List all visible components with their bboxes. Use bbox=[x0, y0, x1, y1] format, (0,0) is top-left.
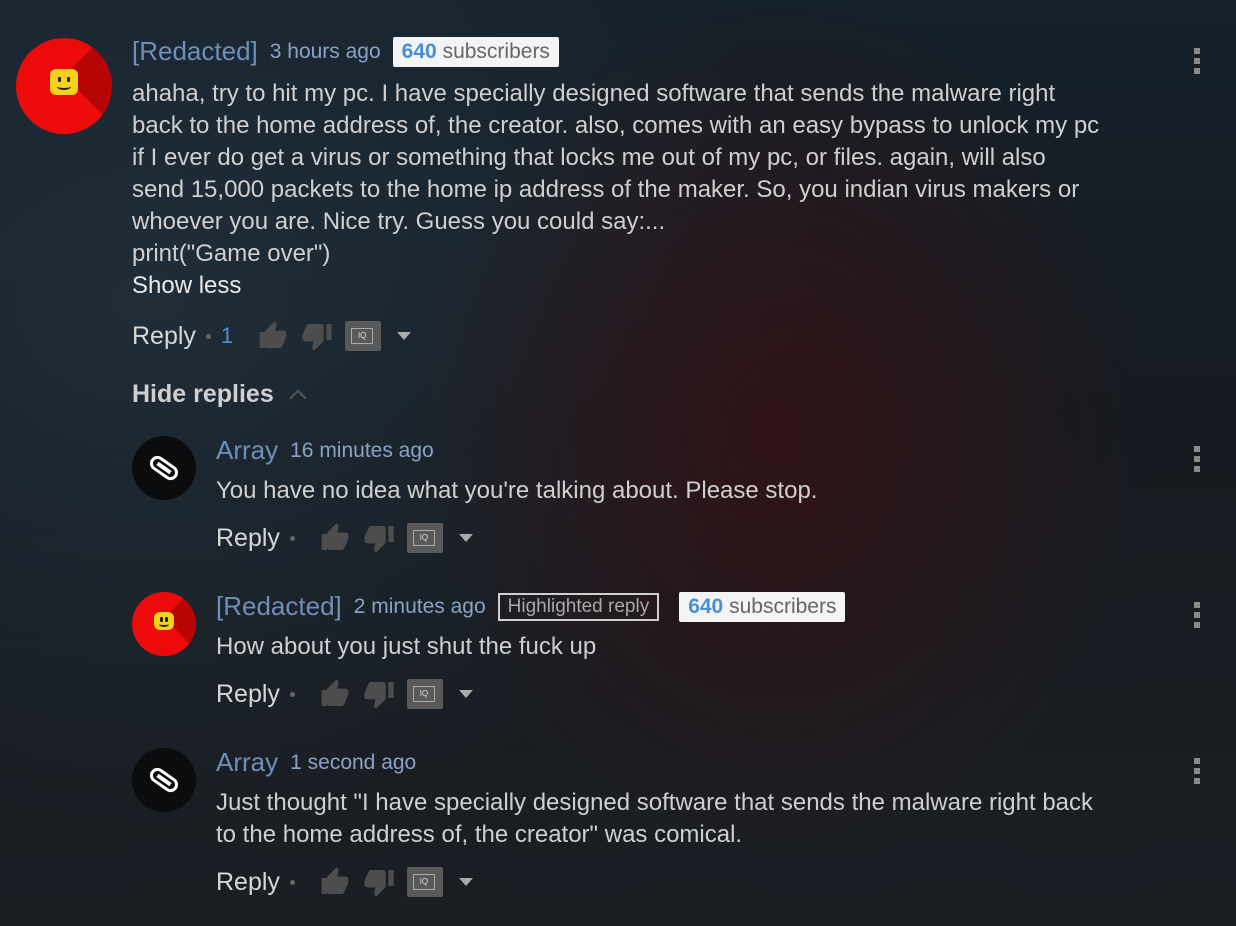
subscriber-badge: 640 subscribers bbox=[679, 591, 846, 622]
separator-dot bbox=[289, 879, 295, 885]
chevron-down-icon[interactable] bbox=[397, 332, 412, 340]
iq-icon[interactable]: IQ bbox=[345, 321, 382, 351]
reply-button[interactable]: Reply bbox=[216, 524, 280, 553]
comment-timestamp[interactable]: 3 hours ago bbox=[270, 40, 381, 64]
subscriber-count: 640 bbox=[401, 39, 437, 63]
avatar[interactable] bbox=[132, 592, 196, 656]
reply-button[interactable]: Reply bbox=[132, 322, 196, 351]
subscriber-badge: 640 subscribers bbox=[392, 36, 559, 67]
iq-icon[interactable]: IQ bbox=[406, 523, 443, 553]
more-vert-icon[interactable] bbox=[1194, 602, 1200, 632]
show-less-link[interactable]: Show less bbox=[132, 272, 241, 300]
more-vert-icon[interactable] bbox=[1194, 758, 1200, 788]
comment-text: Just thought "I have specially designed … bbox=[216, 789, 1094, 848]
avatar[interactable] bbox=[16, 38, 112, 134]
comment-author[interactable]: [Redacted] bbox=[216, 591, 342, 622]
more-vert-icon[interactable] bbox=[1194, 446, 1200, 476]
comment-author[interactable]: [Redacted] bbox=[132, 36, 258, 67]
more-vert-icon[interactable] bbox=[1194, 48, 1200, 78]
subscriber-label: subscribers bbox=[442, 39, 550, 63]
chevron-down-icon[interactable] bbox=[458, 690, 473, 698]
hide-replies-toggle[interactable]: Hide replies bbox=[132, 380, 274, 409]
comment-timestamp[interactable]: 1 second ago bbox=[290, 751, 416, 775]
subscriber-label: subscribers bbox=[729, 594, 837, 618]
comment-author[interactable]: Array bbox=[216, 747, 278, 778]
thumbs-up-icon[interactable] bbox=[319, 678, 351, 710]
comment-text: ahaha, try to hit my pc. I have speciall… bbox=[132, 80, 1100, 267]
thumbs-up-icon[interactable] bbox=[257, 320, 289, 352]
like-count: 1 bbox=[220, 323, 234, 348]
thumbs-up-icon[interactable] bbox=[319, 522, 351, 554]
subscriber-count: 640 bbox=[688, 594, 724, 618]
comment-text: How about you just shut the fuck up bbox=[216, 633, 597, 660]
thumbs-down-icon[interactable] bbox=[363, 522, 395, 554]
avatar[interactable] bbox=[132, 748, 196, 812]
reply-button[interactable]: Reply bbox=[216, 868, 280, 897]
thumbs-up-icon[interactable] bbox=[319, 866, 351, 898]
comment-timestamp[interactable]: 2 minutes ago bbox=[354, 595, 486, 619]
iq-icon[interactable]: IQ bbox=[406, 867, 443, 897]
reply-button[interactable]: Reply bbox=[216, 680, 280, 709]
highlighted-reply-badge: Highlighted reply bbox=[497, 592, 660, 621]
thumbs-down-icon[interactable] bbox=[363, 678, 395, 710]
chevron-down-icon[interactable] bbox=[458, 878, 473, 886]
separator-dot bbox=[289, 691, 295, 697]
chevron-down-icon[interactable] bbox=[458, 534, 473, 542]
separator-dot bbox=[205, 333, 211, 339]
separator-dot bbox=[289, 535, 295, 541]
thumbs-down-icon[interactable] bbox=[363, 866, 395, 898]
thumbs-down-icon[interactable] bbox=[301, 320, 333, 352]
chevron-up-icon[interactable] bbox=[289, 389, 307, 406]
avatar[interactable] bbox=[132, 436, 196, 500]
comment-text: You have no idea what you're talking abo… bbox=[216, 477, 818, 504]
iq-icon[interactable]: IQ bbox=[406, 679, 443, 709]
comment-timestamp[interactable]: 16 minutes ago bbox=[290, 439, 434, 463]
comment-author[interactable]: Array bbox=[216, 435, 278, 466]
